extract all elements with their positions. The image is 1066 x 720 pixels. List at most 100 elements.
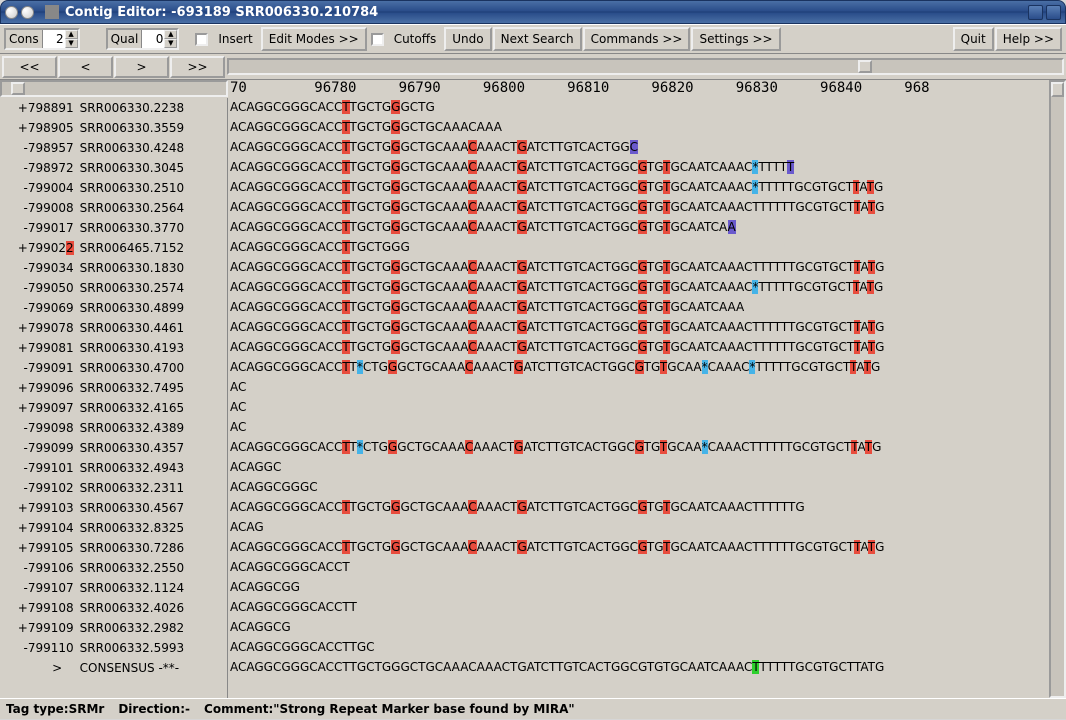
read-row[interactable]: > CONSENSUS -**- — [0, 658, 227, 678]
read-row[interactable]: +799081SRR006330.4193 — [0, 338, 227, 358]
insert-button[interactable]: Insert — [211, 28, 259, 50]
sequence-row[interactable]: ACAGGCGGGCACCTTGCTGGGCTGCAAACAAACTGATCTT… — [228, 277, 1066, 297]
read-row[interactable]: -798972SRR006330.3045 — [0, 158, 227, 178]
sequence-row[interactable]: AC — [228, 397, 1066, 417]
sequence-row[interactable]: ACAGGCG — [228, 617, 1066, 637]
sequence-vscroll-thumb[interactable] — [1051, 82, 1064, 97]
read-row[interactable]: +799108SRR006332.4026 — [0, 598, 227, 618]
read-name: SRR006330.7286 — [78, 538, 227, 558]
insert-checkbox[interactable] — [195, 33, 208, 46]
read-row[interactable]: -799102SRR006332.2311 — [0, 478, 227, 498]
window-maximize-icon[interactable] — [1028, 5, 1043, 20]
read-row[interactable]: +799105SRR006330.7286 — [0, 538, 227, 558]
quit-button[interactable]: Quit — [953, 27, 994, 51]
read-row[interactable]: -799069SRR006330.4899 — [0, 298, 227, 318]
read-id: -799004 — [0, 178, 78, 198]
editmodes-button[interactable]: Edit Modes >> — [261, 27, 367, 51]
cons-spinner[interactable]: Cons ▲▼ — [4, 28, 80, 50]
sequence-row[interactable]: ACAG — [228, 517, 1066, 537]
read-row[interactable]: +798891SRR006330.2238 — [0, 98, 227, 118]
qual-input[interactable] — [142, 31, 164, 47]
read-table[interactable]: +798891SRR006330.2238+798905SRR006330.35… — [0, 98, 228, 698]
window-close-icon[interactable] — [5, 6, 18, 19]
read-row[interactable]: -799101SRR006332.4943 — [0, 458, 227, 478]
nav-last-button[interactable]: >> — [170, 56, 225, 78]
sequence-row[interactable]: ACAGGCGGGCACCTTGCTGGGCTGCAAACAAACTGATCTT… — [228, 197, 1066, 217]
sequence-row[interactable]: ACAGGCGGGCACCTTGCTGGGCTG — [228, 97, 1066, 117]
sequence-row[interactable]: AC — [228, 377, 1066, 397]
read-id: -799110 — [0, 638, 78, 658]
sequence-row[interactable]: ACAGGCGGGCACCTTGC — [228, 637, 1066, 657]
qual-up-icon[interactable]: ▲ — [164, 30, 177, 39]
nav-prev-button[interactable]: < — [58, 56, 113, 78]
sequence-row[interactable]: ACAGGCGGGCACCTTGCTGGGCTGCAAACAAACTGATCTT… — [228, 317, 1066, 337]
window-restore-icon[interactable] — [1046, 5, 1061, 20]
sequence-row[interactable]: ACAGGCGGGCACCTTGCTGGGCTGCAAACAAACTGATCTT… — [228, 157, 1066, 177]
sequence-vscrollbar[interactable] — [1049, 80, 1066, 698]
read-row[interactable]: -799099SRR006330.4357 — [0, 438, 227, 458]
readlist-hscroll-thumb[interactable] — [11, 82, 25, 95]
read-row[interactable]: +799109SRR006332.2982 — [0, 618, 227, 638]
read-row[interactable]: -799008SRR006330.2564 — [0, 198, 227, 218]
sequence-row[interactable]: ACAGGCGGGCACCTTGCTGGGCTGCAAACAAACTGATCTT… — [228, 537, 1066, 557]
sequence-row[interactable]: ACAGGCGGGCACCTTGCTGGG — [228, 237, 1066, 257]
sequence-row[interactable]: ACAGGC — [228, 457, 1066, 477]
cons-input[interactable] — [43, 31, 65, 47]
sequence-row[interactable]: ACAGGCGGGCACCTT — [228, 597, 1066, 617]
read-row[interactable]: +799097SRR006332.4165 — [0, 398, 227, 418]
nextsearch-button[interactable]: Next Search — [493, 27, 582, 51]
sequence-row[interactable]: ACAGGCGGGCACCTTGCTGGGCTGCAAACAAACTGATCTT… — [228, 217, 1066, 237]
nav-first-button[interactable]: << — [2, 56, 57, 78]
read-row[interactable]: -799107SRR006332.1124 — [0, 578, 227, 598]
sequence-row[interactable]: ACAGGCGGGCACCT — [228, 557, 1066, 577]
sequence-row[interactable]: AC — [228, 417, 1066, 437]
sequence-row[interactable]: ACAGGCGGGCACCTTGCTGGGCTGCAAACAAACTGATCTT… — [228, 137, 1066, 157]
read-row[interactable]: -799034SRR006330.1830 — [0, 258, 227, 278]
read-row[interactable]: -799017SRR006330.3770 — [0, 218, 227, 238]
sequence-row[interactable]: ACAGGCGGGCACCTTGCTGGGCTGCAAACAAACTGATCTT… — [228, 177, 1066, 197]
read-row[interactable]: -799110SRR006332.5993 — [0, 638, 227, 658]
sequence-row[interactable]: ACAGGCGGGCACCTTGCTGGGCTGCAAACAAACTGATCTT… — [228, 297, 1066, 317]
read-id: +799096 — [0, 378, 78, 398]
sequence-row[interactable]: ACAGGCGGGCACCTTGCTGGGCTGCAAACAAACTGATCTT… — [228, 657, 1066, 677]
settings-button[interactable]: Settings >> — [691, 27, 780, 51]
undo-button[interactable]: Undo — [444, 27, 491, 51]
read-row[interactable]: -799098SRR006332.4389 — [0, 418, 227, 438]
read-row[interactable]: -799091SRR006330.4700 — [0, 358, 227, 378]
read-row[interactable]: +799103SRR006330.4567 — [0, 498, 227, 518]
read-id: > — [0, 658, 78, 678]
read-row[interactable]: -799004SRR006330.2510 — [0, 178, 227, 198]
read-row[interactable]: -799106SRR006332.2550 — [0, 558, 227, 578]
commands-button[interactable]: Commands >> — [583, 27, 691, 51]
read-row[interactable]: +798905SRR006330.3559 — [0, 118, 227, 138]
sequence-row[interactable]: ACAGGCGGGCACCTTGCTGGGCTGCAAACAAACTGATCTT… — [228, 497, 1066, 517]
read-row[interactable]: +799078SRR006330.4461 — [0, 318, 227, 338]
read-row[interactable]: +799104SRR006332.8325 — [0, 518, 227, 538]
readlist-hscrollbar[interactable] — [0, 80, 228, 97]
qual-spinner[interactable]: Qual ▲▼ — [106, 28, 180, 50]
sequence-row[interactable]: ACAGGCGGGCACCTTGCTGGGCTGCAAACAAACTGATCTT… — [228, 337, 1066, 357]
nav-next-button[interactable]: > — [114, 56, 169, 78]
sequence-row[interactable]: ACAGGCGG — [228, 577, 1066, 597]
read-row[interactable]: -798957SRR006330.4248 — [0, 138, 227, 158]
help-button[interactable]: Help >> — [995, 27, 1062, 51]
sequence-row[interactable]: ACAGGCGGGCACCTT*CTGGGCTGCAAACAAACTGATCTT… — [228, 357, 1066, 377]
read-id: +798891 — [0, 98, 78, 118]
cons-up-icon[interactable]: ▲ — [65, 30, 78, 39]
read-row[interactable]: -799050SRR006330.2574 — [0, 278, 227, 298]
sequence-row[interactable]: ACAGGCGGGCACCTTGCTGGGCTGCAAACAAACTGATCTT… — [228, 257, 1066, 277]
cutoffs-checkbox[interactable] — [371, 33, 384, 46]
read-row[interactable]: +799022SRR006465.7152 — [0, 238, 227, 258]
sequence-row[interactable]: ACAGGCGGGCACCTT*CTGGGCTGCAAACAAACTGATCTT… — [228, 437, 1066, 457]
read-row[interactable]: +799096SRR006332.7495 — [0, 378, 227, 398]
sequence-hscroll-thumb[interactable] — [858, 60, 872, 73]
window-min-icon[interactable] — [21, 6, 34, 19]
cutoffs-button[interactable]: Cutoffs — [387, 28, 444, 50]
cons-down-icon[interactable]: ▼ — [65, 39, 78, 48]
sequence-row[interactable]: ACAGGCGGGCACCTTGCTGGGCTGCAAACAAA — [228, 117, 1066, 137]
sequence-rows[interactable]: ACAGGCGGGCACCTTGCTGGGCTGACAGGCGGGCACCTTG… — [228, 97, 1066, 698]
qual-down-icon[interactable]: ▼ — [164, 39, 177, 48]
sequence-row[interactable]: ACAGGCGGGC — [228, 477, 1066, 497]
toolbar-nav: << < > >> — [0, 54, 1066, 80]
sequence-hscrollbar[interactable] — [227, 58, 1064, 75]
